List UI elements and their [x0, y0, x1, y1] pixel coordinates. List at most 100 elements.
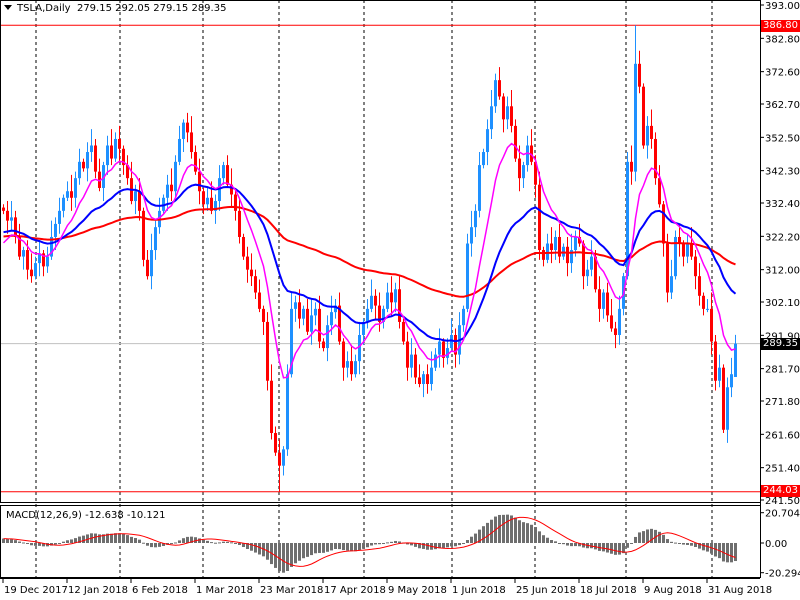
macd-histogram-bar [530, 524, 533, 543]
candle-body [706, 308, 709, 310]
macd-histogram-bar [22, 542, 25, 544]
candle-body [630, 161, 633, 172]
macd-histogram-bar [498, 514, 501, 543]
time-axis-label: 19 Dec 2017 [4, 585, 68, 596]
candle [442, 338, 445, 368]
macd-histogram-bar [34, 543, 37, 546]
macd-histogram-bar [490, 519, 493, 543]
candle-body [506, 106, 509, 120]
price-axis-label: 251.40 [765, 464, 800, 475]
macd-histogram-bar [502, 514, 505, 543]
macd-histogram-bar [150, 543, 153, 548]
candle [590, 240, 593, 277]
candle-body [642, 86, 645, 146]
macd-histogram-bar [54, 543, 57, 545]
macd-histogram-bar [182, 538, 185, 543]
candle [606, 282, 609, 322]
candle-body [234, 194, 237, 211]
macd-histogram-bar [126, 535, 129, 543]
candle [494, 73, 497, 113]
candle-body [358, 335, 361, 362]
candle-body [498, 80, 501, 97]
candle [554, 230, 557, 260]
candle-body [462, 308, 465, 326]
candle-body [346, 361, 349, 368]
macd-histogram-bar [474, 533, 477, 543]
macd-histogram-bar [306, 543, 309, 557]
macd-histogram-bar [154, 543, 157, 548]
macd-histogram-bar [546, 537, 549, 543]
macd-histogram-bar [6, 538, 9, 543]
horizontal-levels[interactable] [0, 24, 760, 493]
candle [578, 223, 581, 247]
time-axis-label: 9 May 2018 [388, 585, 447, 596]
price-axis-label: 382.80 [765, 34, 800, 45]
candle [334, 299, 337, 319]
candle-body [306, 308, 309, 332]
macd-histogram-bar [426, 543, 429, 550]
candle-body [318, 308, 321, 342]
candle [674, 230, 677, 280]
candle [426, 364, 429, 394]
macd-histogram-bar [226, 541, 229, 543]
candle [46, 246, 49, 273]
candle [338, 292, 341, 345]
collapse-triangle-icon[interactable] [4, 5, 12, 10]
candle-body [410, 354, 413, 368]
candle [186, 112, 189, 143]
candle-body [82, 161, 85, 169]
candle [394, 282, 397, 313]
candle [582, 240, 585, 290]
macd-histogram-bar [550, 540, 553, 543]
candle [190, 116, 193, 159]
candle [510, 89, 513, 133]
chart-frame [0, 0, 761, 578]
macd-histogram-bar [674, 542, 677, 544]
candle-body [146, 259, 149, 277]
candle [154, 220, 157, 260]
macd-histogram-bar [130, 536, 133, 543]
candle [646, 116, 649, 159]
macd-histogram-bar [486, 522, 489, 543]
candle [642, 83, 645, 149]
candle [598, 276, 601, 322]
macd-histogram-bar [142, 542, 145, 544]
ohlc-values: 279.15 292.05 279.15 289.35 [76, 3, 227, 14]
candle-body [370, 295, 373, 309]
candle-body [246, 256, 249, 270]
candle [274, 426, 277, 456]
macd-histogram-bar [434, 543, 437, 550]
candle [726, 377, 729, 443]
candle [118, 125, 121, 162]
candle [74, 171, 77, 208]
candle-body [78, 161, 81, 179]
macd-histogram-bar [62, 541, 65, 543]
macd-histogram-bar [70, 539, 73, 543]
macd-histogram-bar [450, 543, 453, 547]
candle [146, 250, 149, 280]
macd-histogram-bar [386, 542, 389, 544]
macd-histogram-bar [390, 541, 393, 543]
candle [718, 354, 721, 388]
candle-body [714, 341, 717, 381]
candle-body [342, 341, 345, 368]
macd-histogram-bar [646, 529, 649, 543]
macd-histogram-bar [446, 543, 449, 548]
candle-body [558, 236, 561, 257]
candle-body [258, 292, 261, 309]
candle [130, 161, 133, 205]
candle [558, 223, 561, 264]
candle-body [294, 302, 297, 309]
macd-histogram-bar [678, 543, 681, 544]
candle-body [598, 289, 601, 309]
candle-body [546, 243, 549, 260]
candle-body [54, 223, 57, 237]
macd-histogram-bar [314, 543, 317, 554]
candle [722, 364, 725, 434]
candle-body [186, 122, 189, 133]
candle-body [722, 367, 725, 430]
candle [706, 299, 709, 313]
candle-body [618, 308, 621, 335]
candle [506, 96, 509, 130]
macd-histogram-bar [566, 543, 569, 546]
